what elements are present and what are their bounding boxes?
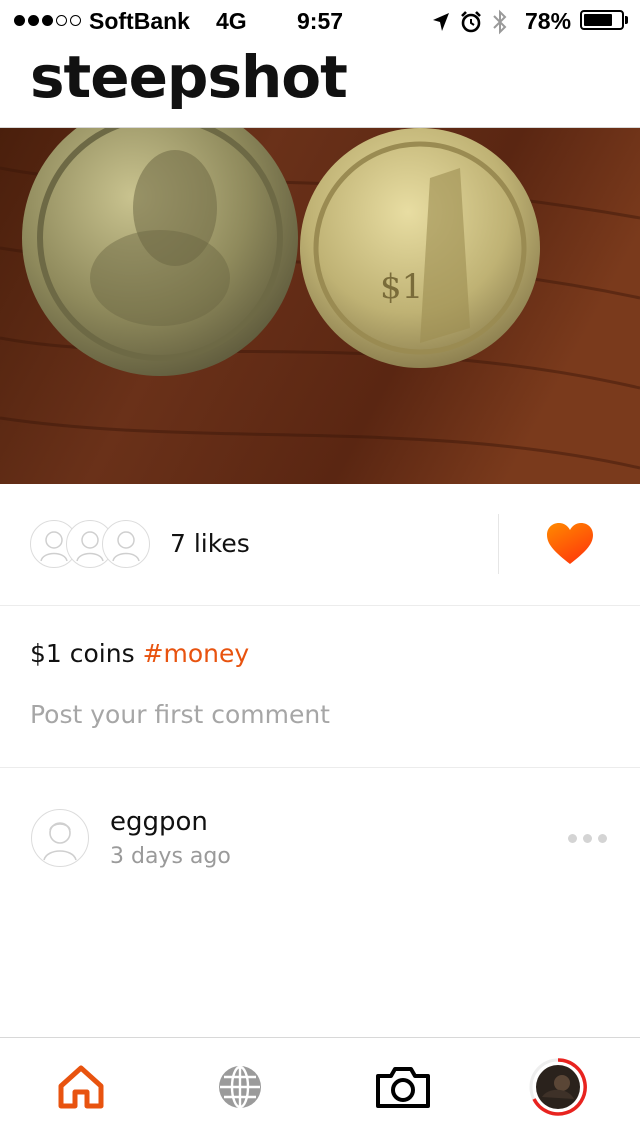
comment-prompt[interactable]: Post your first comment — [30, 700, 330, 729]
more-dot-icon — [598, 833, 607, 843]
liker-avatars[interactable] — [30, 520, 160, 570]
like-button[interactable] — [546, 522, 594, 566]
post-caption: $1 coins #money — [30, 639, 249, 668]
home-icon — [58, 1065, 104, 1109]
tab-camera[interactable] — [373, 1057, 433, 1117]
alarm-icon — [461, 11, 481, 33]
signal-strength-icon — [14, 15, 81, 26]
more-dot-icon — [568, 833, 577, 843]
likes-count[interactable]: 7 likes — [170, 529, 250, 558]
likes-divider — [498, 514, 499, 574]
hashtag-link[interactable]: #money — [143, 639, 250, 668]
status-bar: SoftBank 4G 9:57 78% — [0, 0, 640, 40]
network-type: 4G — [216, 8, 247, 34]
more-options-button[interactable] — [568, 830, 612, 846]
more-dot-icon — [583, 833, 592, 843]
profile-avatar-icon — [529, 1058, 587, 1116]
camera-icon — [376, 1067, 430, 1108]
location-arrow-icon — [433, 13, 449, 31]
default-avatar-icon — [102, 520, 150, 568]
caption-text: $1 coins — [30, 639, 143, 668]
battery-percent: 78% — [525, 8, 572, 34]
carrier-name: SoftBank — [89, 8, 190, 34]
author-name[interactable]: eggpon — [110, 807, 208, 837]
app-title: steepshot — [30, 43, 348, 111]
globe-icon — [219, 1065, 261, 1109]
post-time: 3 days ago — [110, 844, 231, 869]
divider — [0, 605, 640, 606]
divider — [0, 767, 640, 768]
default-avatar-icon — [43, 822, 77, 861]
tab-browse[interactable] — [210, 1057, 270, 1117]
tab-profile[interactable] — [528, 1057, 588, 1117]
svg-text:$1: $1 — [380, 267, 423, 307]
post-photo[interactable]: $1 — [0, 128, 640, 484]
status-time: 9:57 — [297, 8, 344, 34]
heart-icon — [547, 523, 593, 564]
author-avatar[interactable] — [31, 809, 89, 867]
tab-home[interactable] — [51, 1057, 111, 1117]
bluetooth-icon — [493, 9, 507, 35]
battery-icon — [580, 10, 624, 30]
